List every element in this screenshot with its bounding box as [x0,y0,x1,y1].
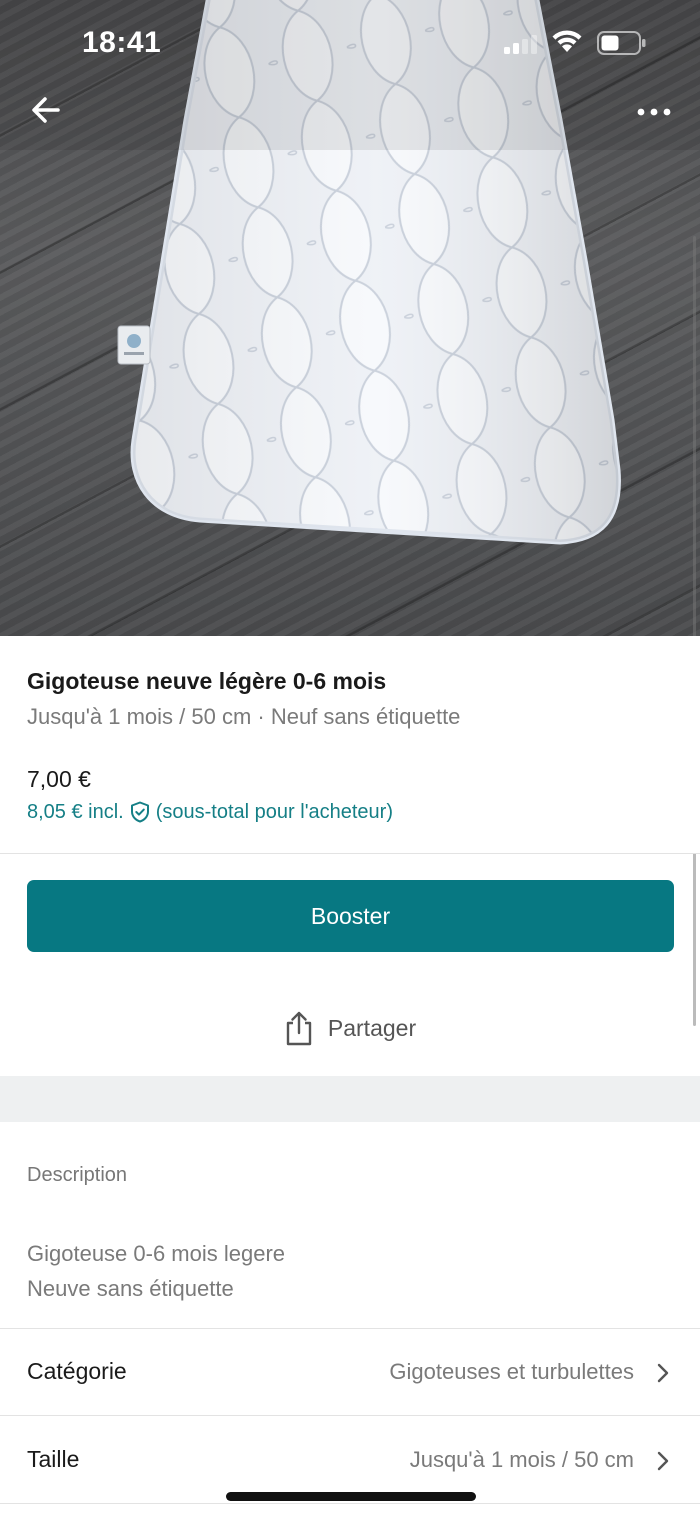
buyer-price-info[interactable]: 8,05 € incl. (sous-total pour l'acheteur… [27,800,393,824]
category-row[interactable]: Catégorie Gigoteuses et turbulettes [0,1330,700,1416]
chevron-right-icon [657,1451,669,1471]
description-text: Gigoteuse 0-6 mois legere Neuve sans éti… [27,1236,285,1306]
wifi-icon [552,30,582,52]
category-value: Gigoteuses et turbulettes [389,1359,634,1384]
divider [0,1415,700,1416]
listing-price: 7,00 € [27,766,91,792]
divider [0,853,700,854]
buyer-price: 8,05 € incl. [27,800,124,823]
divider [0,1328,700,1329]
section-separator [0,1076,700,1122]
product-image [0,0,700,545]
home-indicator[interactable] [226,1492,476,1501]
status-bar: 18:41 [0,0,700,90]
divider [0,1503,700,1504]
boost-button[interactable]: Booster [27,880,674,952]
more-dots-icon[interactable] [632,100,676,124]
size-label: Taille [27,1446,80,1472]
description-line: Neuve sans étiquette [27,1276,234,1301]
chevron-right-icon [657,1363,669,1383]
share-button[interactable]: Partager [200,998,500,1058]
back-arrow-icon[interactable] [28,92,64,128]
listing-title: Gigoteuse neuve légère 0-6 mois [27,668,387,694]
listing-info: Gigoteuse neuve légère 0-6 mois Jusqu'à … [0,636,700,853]
signal-icon [504,35,537,54]
shield-check-icon [130,801,149,823]
category-label: Catégorie [27,1358,127,1384]
status-time: 18:41 [82,26,162,59]
product-photo[interactable]: 18:41 [0,0,700,636]
share-label: Partager [327,1014,417,1041]
description-line: Gigoteuse 0-6 mois legere [27,1241,286,1266]
battery-icon [597,31,646,55]
listing-subtitle: Jusqu'à 1 mois / 50 cm · Neuf sans étiqu… [27,704,461,729]
size-value: Jusqu'à 1 mois / 50 cm [409,1447,634,1472]
scroll-indicator [693,236,696,1026]
buyer-price-note: (sous-total pour l'acheteur) [155,800,393,823]
share-icon [286,1011,312,1046]
description-heading: Description [27,1164,128,1186]
